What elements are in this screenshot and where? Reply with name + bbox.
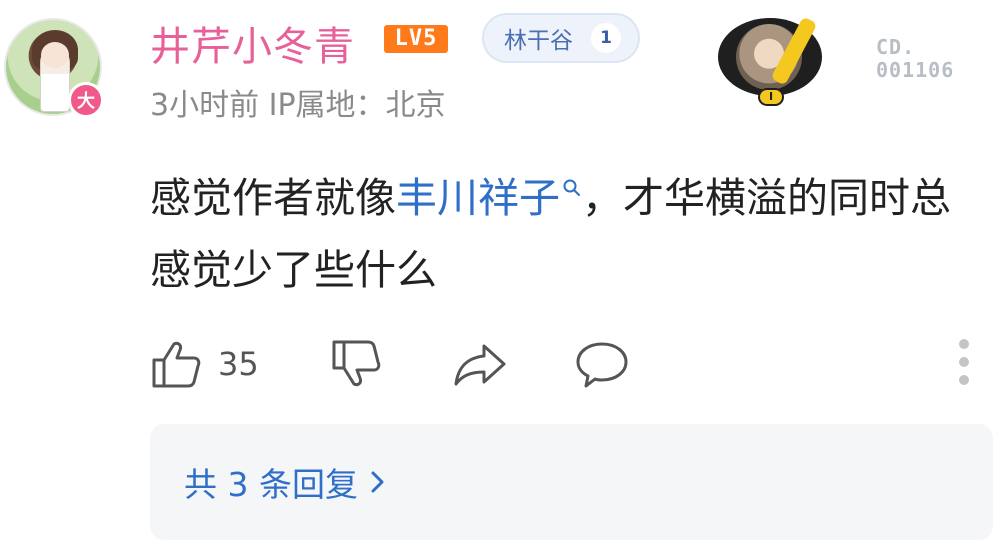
like-button[interactable]: 35 — [150, 334, 259, 394]
forum-tag-name: 林干谷 — [504, 28, 573, 54]
view-replies-button[interactable]: 共 3 条回复 — [150, 424, 993, 540]
comment-search-link[interactable]: 丰川祥子 — [396, 174, 560, 222]
serial-line-1: CD. — [876, 35, 916, 59]
post-meta: 3小时前 IP属地：北京 — [150, 88, 446, 123]
share-button[interactable] — [452, 334, 508, 394]
more-dot — [959, 375, 969, 385]
thumbs-down-icon — [332, 340, 381, 387]
share-icon — [454, 344, 506, 386]
user-avatar-container[interactable]: 大 — [0, 18, 110, 118]
avatar-face — [41, 42, 69, 68]
like-count: 35 — [218, 345, 259, 383]
action-bar: 35 — [150, 334, 980, 394]
comment-button[interactable] — [574, 334, 630, 394]
decoration-serial: CD. 001106 — [876, 36, 954, 82]
chevron-right-icon — [371, 471, 384, 493]
search-icon[interactable] — [562, 178, 582, 198]
comment-bubble-icon — [576, 342, 628, 388]
more-options-icon[interactable] — [958, 339, 970, 389]
comment-text: 感觉作者就像丰川祥子 ，才华横溢的同时总感觉少了些什么 — [150, 162, 980, 306]
decoration-medal: I — [758, 88, 784, 106]
username[interactable]: 井芹小冬青 — [150, 14, 355, 72]
decoration-avatar: I — [708, 14, 834, 108]
more-dot — [959, 339, 969, 349]
serial-line-2: 001106 — [876, 58, 955, 82]
more-dot — [959, 357, 969, 367]
user-level-badge: LV5 — [384, 25, 448, 53]
thumbs-up-icon — [152, 341, 201, 388]
forum-tag[interactable]: 林干谷 1 — [482, 13, 640, 63]
avatar-badge: 大 — [68, 82, 104, 118]
forum-tag-level: 1 — [591, 23, 621, 53]
comment-text-before: 感觉作者就像 — [150, 174, 396, 222]
replies-label: 共 3 条回复 — [184, 465, 358, 504]
dislike-button[interactable] — [330, 334, 382, 394]
